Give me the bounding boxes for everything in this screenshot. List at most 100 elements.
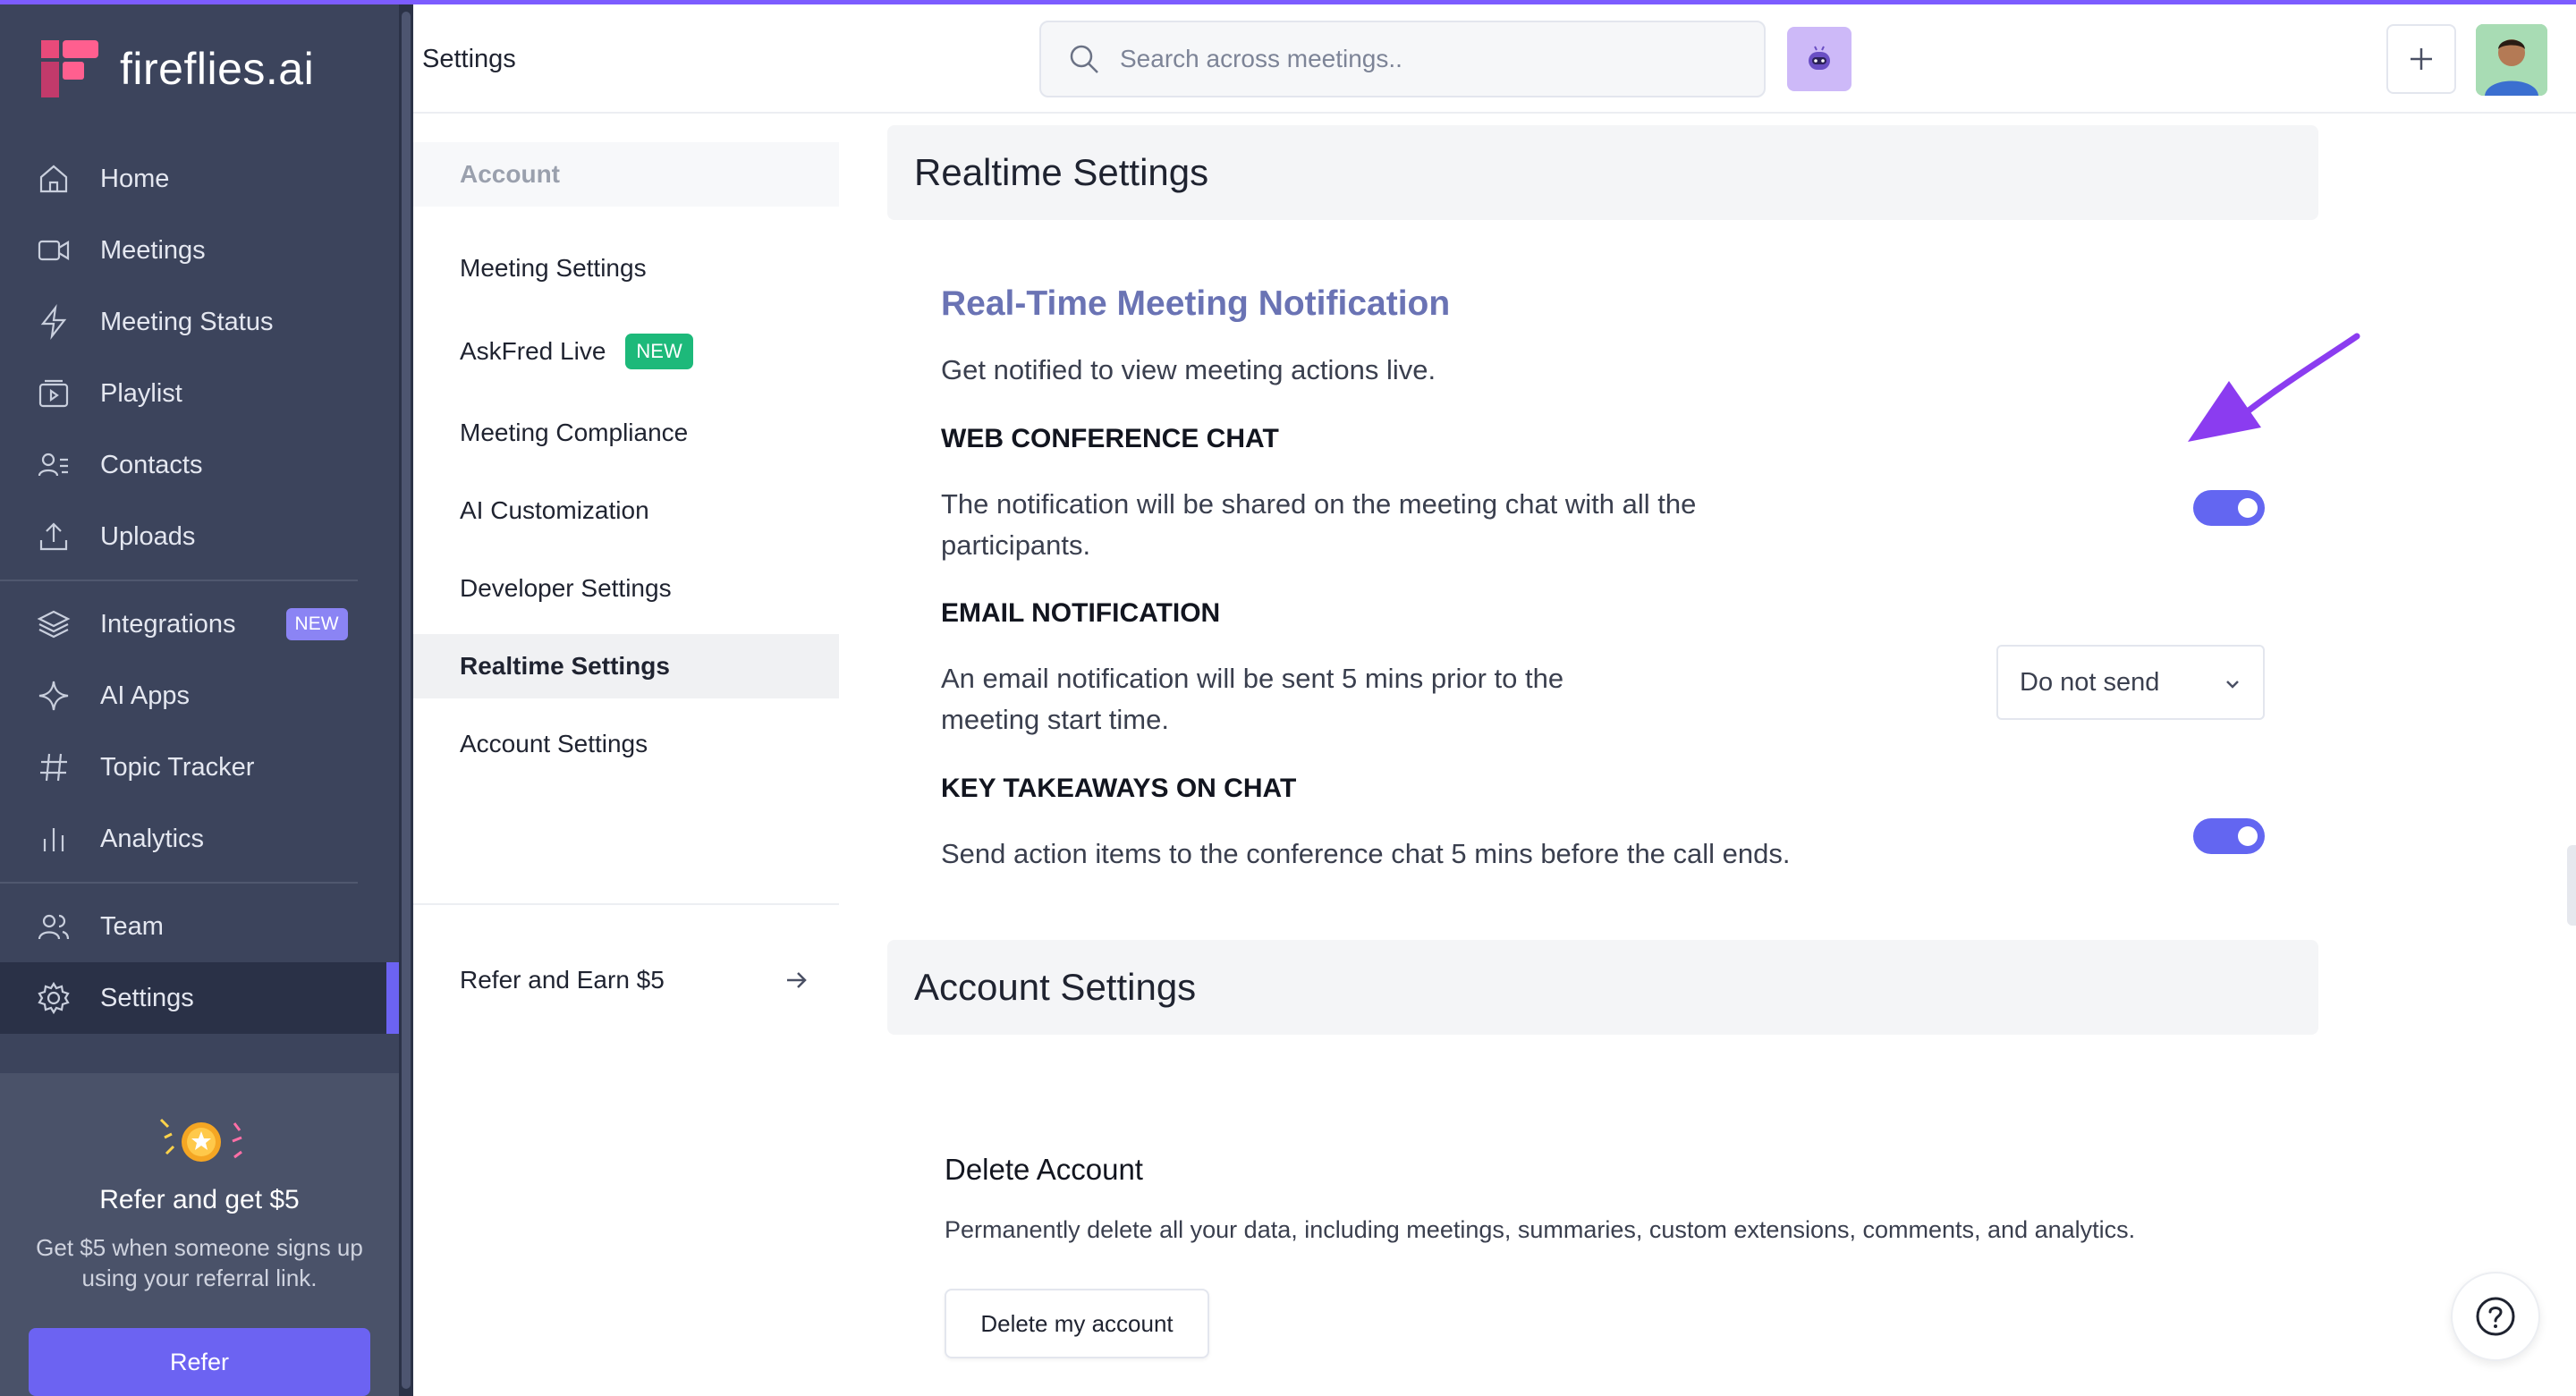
web-conference-chat-toggle[interactable] xyxy=(2193,490,2265,526)
email-notification-select[interactable]: Do not send xyxy=(1996,645,2265,720)
settings-subnav: Account Meeting Settings AskFred Live NE… xyxy=(413,114,839,806)
chevron-down-icon xyxy=(2226,681,2239,689)
pointer-arrow-icon xyxy=(2188,333,2360,442)
contacts-icon xyxy=(38,453,68,477)
sidebar-item-label: Meetings xyxy=(100,235,206,265)
sidebar-item-integrations[interactable]: Integrations NEW xyxy=(0,588,399,660)
delete-account-title: Delete Account xyxy=(945,1153,1143,1186)
realtime-notification-title: Real-Time Meeting Notification xyxy=(941,284,1451,323)
logo-text: fireflies.ai xyxy=(120,44,315,94)
sidebar-item-label: Playlist xyxy=(100,378,182,408)
help-button[interactable] xyxy=(2451,1272,2540,1361)
realtime-settings-heading: Realtime Settings xyxy=(887,125,2318,220)
search-input[interactable] xyxy=(1120,45,1746,73)
subnav-divider xyxy=(413,903,839,905)
user-photo-icon xyxy=(2476,24,2547,96)
new-badge: NEW xyxy=(285,608,348,640)
arrow-right-icon xyxy=(787,972,807,988)
subnav-item-label: Realtime Settings xyxy=(460,652,670,680)
hash-icon xyxy=(40,753,67,782)
sidebar: fireflies.ai Home Meetings Meeting Statu… xyxy=(0,4,399,1396)
new-badge: NEW xyxy=(625,334,693,369)
user-avatar[interactable] xyxy=(2476,24,2547,96)
layers-icon xyxy=(37,610,71,639)
sidebar-item-label: Integrations xyxy=(100,609,236,639)
subnav-item-realtime-settings[interactable]: Realtime Settings xyxy=(413,634,839,698)
select-value: Do not send xyxy=(2020,667,2160,697)
subnav-item-meeting-compliance[interactable]: Meeting Compliance xyxy=(413,401,839,465)
sidebar-item-meeting-status[interactable]: Meeting Status xyxy=(0,286,399,358)
sidebar-item-label: Analytics xyxy=(100,824,205,853)
sidebar-item-topic-tracker[interactable]: Topic Tracker xyxy=(0,732,399,803)
email-notification-description: An email notification will be sent 5 min… xyxy=(941,663,1564,735)
sidebar-item-label: Topic Tracker xyxy=(100,752,255,782)
subnav-item-developer-settings[interactable]: Developer Settings xyxy=(413,556,839,621)
subnav-item-label: AI Customization xyxy=(460,496,649,524)
sidebar-item-team[interactable]: Team xyxy=(0,891,399,962)
sparkle-icon xyxy=(38,681,69,711)
sidebar-item-label: Meeting Status xyxy=(100,307,274,336)
sidebar-item-meetings[interactable]: Meetings xyxy=(0,215,399,286)
side-drawer-handle[interactable] xyxy=(2567,845,2576,926)
realtime-notification-description: Get notified to view meeting actions liv… xyxy=(941,354,1436,385)
delete-account-description: Permanently delete all your data, includ… xyxy=(945,1216,2136,1243)
sidebar-item-ai-apps[interactable]: AI Apps xyxy=(0,660,399,732)
home-icon xyxy=(39,165,68,193)
medal-confetti-icon xyxy=(159,1118,242,1162)
bolt-icon xyxy=(40,304,67,340)
subnav-item-label: Meeting Settings xyxy=(460,254,647,282)
refer-button[interactable]: Refer xyxy=(29,1328,370,1396)
subnav-item-label: Developer Settings xyxy=(460,574,672,602)
add-button[interactable] xyxy=(2386,24,2456,94)
web-conference-chat-description: The notification will be shared on the m… xyxy=(941,488,1697,561)
sidebar-divider xyxy=(0,580,358,581)
sidebar-item-label: Team xyxy=(100,911,164,941)
sidebar-item-playlist[interactable]: Playlist xyxy=(0,358,399,429)
fireflies-logo-icon xyxy=(41,40,98,97)
fred-bot-button[interactable] xyxy=(1787,27,1852,91)
key-takeaways-title: KEY TAKEAWAYS ON CHAT xyxy=(941,774,1297,803)
key-takeaways-description: Send action items to the conference chat… xyxy=(941,838,1791,869)
sidebar-divider xyxy=(0,882,358,884)
subnav-item-label: Account Settings xyxy=(460,730,648,757)
sidebar-item-label: Settings xyxy=(100,983,194,1012)
sidebar-item-label: AI Apps xyxy=(100,681,190,710)
referral-title: Refer and get $5 xyxy=(99,1185,300,1214)
question-icon xyxy=(2476,1297,2515,1336)
playlist-icon xyxy=(38,379,69,408)
sidebar-item-settings[interactable]: Settings xyxy=(0,962,399,1034)
refer-and-earn-link[interactable]: Refer and Earn $5 xyxy=(413,948,839,1012)
key-takeaways-toggle[interactable] xyxy=(2193,818,2265,854)
video-icon xyxy=(38,240,70,261)
upload-icon xyxy=(39,522,68,551)
team-icon xyxy=(38,914,70,940)
account-settings-heading: Account Settings xyxy=(887,940,2318,1035)
subnav-item-meeting-settings[interactable]: Meeting Settings xyxy=(413,236,839,300)
subnav-item-label: Meeting Compliance xyxy=(460,419,689,446)
sidebar-item-uploads[interactable]: Uploads xyxy=(0,501,399,572)
annotation-arrow xyxy=(2174,322,2370,456)
robot-icon xyxy=(1809,46,1830,70)
web-conference-chat-title: WEB CONFERENCE CHAT xyxy=(941,424,1279,453)
main-nav: Home Meetings Meeting Status Playlist Co… xyxy=(0,143,399,1034)
sidebar-item-home[interactable]: Home xyxy=(0,143,399,215)
subnav-item-label: AskFred Live xyxy=(460,337,606,365)
delete-account-button[interactable]: Delete my account xyxy=(945,1289,1209,1358)
sidebar-item-analytics[interactable]: Analytics xyxy=(0,803,399,875)
logo[interactable]: fireflies.ai xyxy=(38,37,314,101)
search-bar[interactable] xyxy=(1039,21,1766,97)
sidebar-scrollbar[interactable] xyxy=(399,4,413,1396)
referral-card: Refer and get $5 Get $5 when someone sig… xyxy=(0,1073,399,1396)
subnav-item-askfred-live[interactable]: AskFred Live NEW xyxy=(413,319,839,384)
top-header: Settings xyxy=(413,4,2576,114)
sidebar-item-label: Home xyxy=(100,164,170,193)
plus-icon xyxy=(2411,48,2432,70)
subnav-item-account-settings[interactable]: Account Settings xyxy=(413,712,839,776)
sidebar-item-contacts[interactable]: Contacts xyxy=(0,429,399,501)
search-icon xyxy=(1070,45,1098,73)
page-title: Settings xyxy=(422,45,516,73)
scrollbar-thumb[interactable] xyxy=(402,12,411,1389)
subnav-item-ai-customization[interactable]: AI Customization xyxy=(413,478,839,543)
sidebar-item-label: Uploads xyxy=(100,521,196,551)
bar-chart-icon xyxy=(43,828,64,851)
